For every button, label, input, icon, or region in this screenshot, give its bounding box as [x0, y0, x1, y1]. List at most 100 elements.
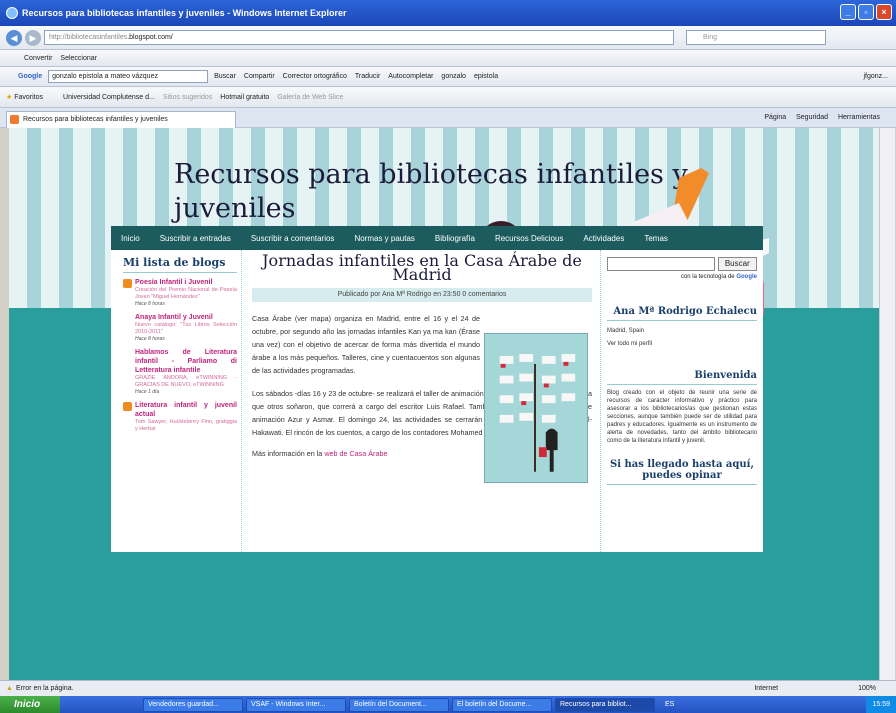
- taskbar-item-active[interactable]: Recursos para bibliot...: [555, 697, 655, 712]
- autofill-button[interactable]: Autocompletar: [388, 73, 433, 80]
- url-prefix: http://bibliotecasinfantiles: [49, 34, 128, 41]
- blog-time: Hace 1 día: [135, 389, 160, 395]
- nav-home[interactable]: Inicio: [121, 234, 140, 243]
- welcome-title: Bienvenida: [607, 370, 757, 385]
- highlight-gonzalo[interactable]: gonzalo: [441, 73, 466, 80]
- back-icon[interactable]: ◀: [6, 29, 22, 46]
- blog-nav: Inicio Suscribir a entradas Suscribir a …: [111, 226, 763, 250]
- tab-current[interactable]: Recursos para bibliotecas infantiles y j…: [6, 110, 236, 128]
- blog-entry[interactable]: Nuevo catálogo: "Tus Libros Selección 20…: [135, 322, 237, 336]
- system-tray: 15:59: [866, 696, 896, 713]
- favorites-bar: ★ Favoritos Universidad Complutense d...…: [0, 87, 896, 108]
- highlight-epistola[interactable]: epistola: [474, 73, 498, 80]
- blog-link[interactable]: Literatura infantil y juvenil actual: [135, 401, 237, 419]
- blog-entry[interactable]: Tom Sawyer, Huckleberry Finn, gratiggia …: [135, 419, 237, 433]
- close-button[interactable]: ×: [876, 4, 892, 20]
- post-image[interactable]: [484, 333, 588, 483]
- nav-bibliography[interactable]: Bibliografía: [435, 234, 475, 243]
- search-input[interactable]: Bing: [686, 30, 826, 45]
- share-button[interactable]: Compartir: [244, 73, 275, 80]
- blog-time: Hace 8 horas: [135, 336, 165, 342]
- blog-search: Buscar: [607, 257, 757, 271]
- taskbar-item[interactable]: Vendedores guardad...: [143, 697, 243, 712]
- window-titlebar: Recursos para bibliotecas infantiles y j…: [0, 0, 896, 26]
- select-button[interactable]: Seleccionar: [60, 55, 97, 62]
- url-input[interactable]: http://bibliotecasinfantiles .blogspot.co…: [44, 30, 674, 45]
- blog-link[interactable]: Hablamos de Literatura infantil - Parlia…: [135, 348, 237, 375]
- url-domain: .blogspot.com/: [127, 34, 173, 41]
- profile-link[interactable]: Ver todo mi perfil: [607, 340, 757, 348]
- page-menu[interactable]: Página: [764, 114, 786, 121]
- favorites-button[interactable]: ★ Favoritos: [6, 93, 43, 101]
- nav-subscribe-comments[interactable]: Suscribir a comentarios: [251, 234, 335, 243]
- clock: 15:59: [872, 701, 890, 708]
- casa-arabe-link[interactable]: web de Casa Árabe: [324, 449, 387, 458]
- blog-search-button[interactable]: Buscar: [717, 257, 757, 271]
- zone-text: Internet: [754, 685, 779, 692]
- nav-subscribe-posts[interactable]: Suscribir a entradas: [160, 234, 231, 243]
- zoom-level[interactable]: 100%: [858, 685, 876, 692]
- taskbar: Inicio Vendedores guardad... VSAF - Wind…: [0, 696, 896, 713]
- google-logo: Google: [18, 73, 43, 80]
- convert-toolbar: Convertir Seleccionar: [0, 50, 896, 67]
- list-item: Poesía Infantil i Juvenil Creación del Pr…: [123, 278, 237, 307]
- powered-by: con la tecnología de Google: [607, 274, 757, 280]
- fav-suggested[interactable]: Sitios sugeridos: [163, 94, 212, 101]
- more-info-text: Más información en la: [252, 449, 325, 458]
- blog-link[interactable]: Anaya Infantil y Juvenil: [135, 313, 237, 322]
- nav-topics[interactable]: Temas: [644, 234, 668, 243]
- welcome-text: Blog creado con el objeto de reunir una …: [607, 390, 757, 444]
- more-title: Si has llegado hasta aquí, puedes opinar: [607, 459, 757, 485]
- spellcheck-button[interactable]: Corrector ortográfico: [283, 73, 347, 80]
- fav-hotmail[interactable]: Hotmail gratuito: [220, 94, 269, 101]
- forward-icon[interactable]: ▶: [25, 29, 41, 46]
- list-item: Hablamos de Literatura infantil - Parlia…: [123, 348, 237, 395]
- google-search-button[interactable]: Buscar: [214, 73, 236, 80]
- nav-activities[interactable]: Actividades: [583, 234, 624, 243]
- ie-logo-icon: [6, 7, 18, 19]
- fav-webslice[interactable]: Galería de Web Slice: [277, 94, 343, 101]
- window-title: Recursos para bibliotecas infantiles y j…: [22, 8, 347, 18]
- vertical-scrollbar[interactable]: [879, 128, 895, 680]
- star-icon: ★: [6, 94, 13, 101]
- nav-rules[interactable]: Normas y pautas: [354, 234, 414, 243]
- tab-bar: Recursos para bibliotecas infantiles y j…: [0, 108, 896, 128]
- blog-time: Hace 8 horas: [135, 301, 165, 307]
- google-toolbar: Google gonzalo epistola a mateo vázquez …: [0, 67, 896, 87]
- right-sidebar: Buscar con la tecnología de Google Ana M…: [600, 250, 763, 552]
- maximize-button[interactable]: ▫: [858, 4, 874, 20]
- post-title[interactable]: Jornadas infantiles en la Casa Árabe de …: [252, 253, 592, 283]
- tools-menu[interactable]: Herramientas: [838, 114, 880, 121]
- google-search-input[interactable]: gonzalo epistola a mateo vázquez: [48, 70, 209, 83]
- account-button[interactable]: jfgonz...: [863, 73, 888, 80]
- convert-button[interactable]: Convertir: [24, 55, 52, 62]
- blogger-icon: [123, 279, 132, 288]
- taskbar-item[interactable]: Boletín del Document...: [349, 697, 449, 712]
- blog-list-sidebar: Mi lista de blogs Poesía Infantil i Juve…: [111, 250, 242, 552]
- fav-ucm[interactable]: Universidad Complutense d...: [63, 94, 155, 101]
- address-bar: ◀ ▶ http://bibliotecasinfantiles .blogspo…: [0, 26, 896, 50]
- blog-entry[interactable]: Creación del Premio Nacional de Poesía J…: [135, 287, 237, 301]
- favorites-label: Favoritos: [14, 94, 44, 101]
- blog-entry[interactable]: GRAZIE ANDORA, eTWINNING - GRACIAS DE NU…: [135, 375, 237, 389]
- warning-icon: ▲: [6, 685, 13, 692]
- translate-button[interactable]: Traducir: [355, 73, 380, 80]
- list-item: Anaya Infantil y Juvenil Nuevo catálogo: …: [123, 313, 237, 342]
- taskbar-item[interactable]: El boletín del Docume...: [452, 697, 552, 712]
- powered-by-text: con la tecnología de: [680, 274, 735, 280]
- status-text[interactable]: Error en la página.: [16, 685, 74, 692]
- minimize-button[interactable]: _: [840, 4, 856, 20]
- blog-link[interactable]: Poesía Infantil i Juvenil: [135, 278, 237, 287]
- google-logo-small: Google: [736, 274, 757, 280]
- blog-search-input[interactable]: [607, 257, 715, 271]
- nav-delicious[interactable]: Recursos Delicious: [495, 234, 563, 243]
- post-meta: Publicado por Ana Mª Rodrigo en 23:50 0 …: [252, 288, 592, 302]
- taskbar-item[interactable]: VSAF - Windows Inter...: [246, 697, 346, 712]
- start-button[interactable]: Inicio: [0, 696, 60, 713]
- command-bar: Página Seguridad Herramientas: [764, 114, 888, 121]
- blogger-icon: [123, 402, 132, 411]
- author-name: Ana Mª Rodrigo Echalecu: [607, 306, 757, 321]
- language-indicator[interactable]: ES: [665, 701, 674, 708]
- author-location: Madrid, Spain: [607, 328, 645, 334]
- security-menu[interactable]: Seguridad: [796, 114, 828, 121]
